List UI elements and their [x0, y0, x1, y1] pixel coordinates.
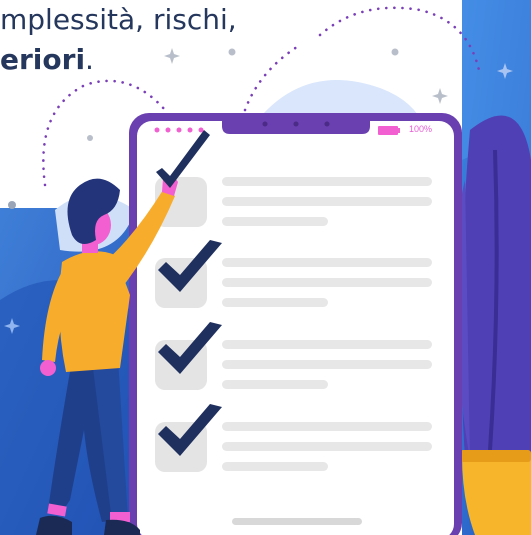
headline-period: .	[85, 43, 94, 76]
home-indicator	[232, 518, 362, 525]
battery-percentage: 100%	[409, 124, 433, 134]
headline-line-1: mplessità, rischi,	[0, 3, 237, 36]
checklist-illustration: mplessità, rischi, eriori. 100%	[0, 0, 531, 535]
headline-bold-word: eriori	[0, 43, 86, 76]
battery-icon	[378, 126, 400, 135]
headline-line-2: eriori.	[0, 37, 94, 82]
